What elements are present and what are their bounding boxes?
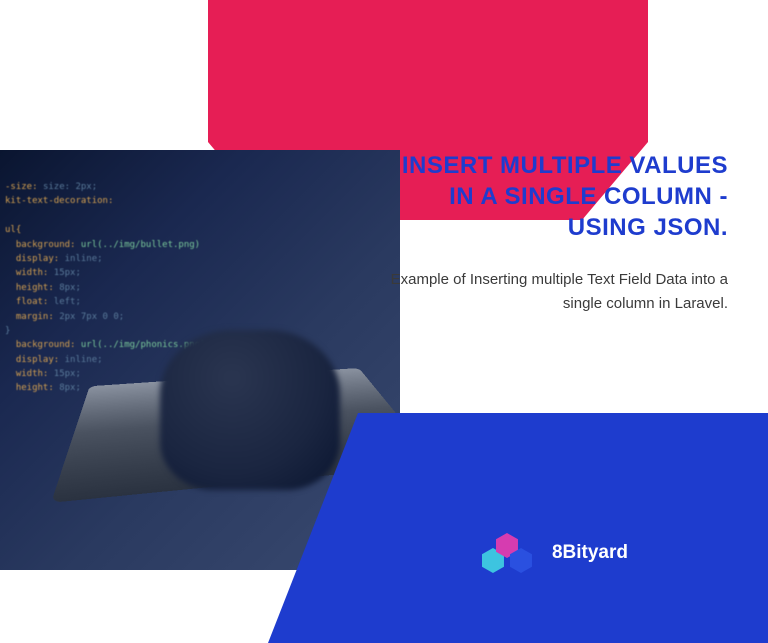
- subtext: Example of Inserting multiple Text Field…: [388, 268, 728, 316]
- headline-text: INSERT MULTIPLE VALUES IN A SINGLE COLUM…: [388, 150, 728, 244]
- brand-block: 8Bityard: [482, 533, 628, 573]
- brand-name: 8Bityard: [552, 542, 628, 564]
- logo-icon: [482, 533, 534, 573]
- hand-typing: [160, 330, 340, 490]
- content-block: INSERT MULTIPLE VALUES IN A SINGLE COLUM…: [388, 150, 728, 316]
